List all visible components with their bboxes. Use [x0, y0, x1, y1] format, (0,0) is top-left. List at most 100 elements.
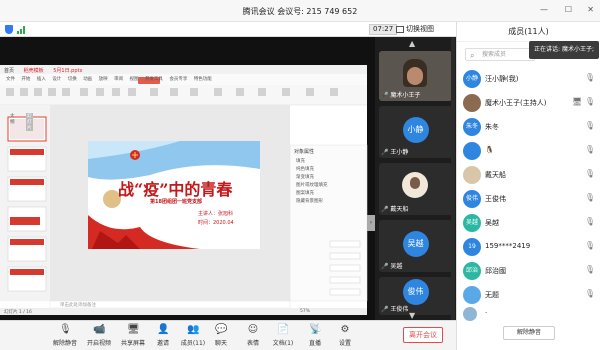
ppt-menu-item: 切换: [67, 77, 77, 82]
ppt-status: 幻灯片 1 / 16: [4, 310, 32, 315]
participant-tile[interactable]: 吴越 🎤 吴越: [379, 220, 452, 272]
unmute-all-button[interactable]: 解除静音: [503, 326, 555, 340]
live-icon: 📡: [309, 324, 322, 335]
ppt-tab-home: 首页: [4, 68, 15, 74]
member-avatar: [463, 286, 481, 304]
emoji-icon: ☺: [247, 324, 259, 335]
member-row[interactable]: 🐧 🎙: [457, 139, 600, 163]
member-avatar: 吴越: [463, 214, 481, 232]
chat-button[interactable]: 💬 聊天: [206, 324, 236, 347]
start-video-button[interactable]: 📹 开启视频: [84, 324, 114, 347]
member-avatar: [463, 166, 481, 184]
slide-title: 战“疫”中的青春: [118, 180, 233, 199]
shield-icon[interactable]: [5, 25, 13, 34]
members-button[interactable]: 👥 成员(11): [178, 324, 208, 347]
format-option: 隐藏背景图形: [296, 199, 323, 204]
member-row[interactable]: 小静 汪小静(我) 🎙: [457, 67, 600, 91]
member-row[interactable]: 魔术小王子(主持人) 🖥 🎙: [457, 91, 600, 115]
signal-icon: [17, 26, 27, 34]
member-name: 🐧: [485, 146, 494, 154]
format-option: 纯色填充: [296, 167, 314, 172]
participant-avatar: 小静: [402, 117, 429, 143]
ppt-menu-item: 开发工具: [144, 77, 163, 82]
switch-view-button[interactable]: 切换视图: [396, 23, 434, 36]
ppt-menu-item: 放映: [98, 77, 108, 82]
member-avatar: [463, 142, 481, 160]
mic-off-icon: 🎙: [584, 193, 595, 202]
member-row[interactable]: 邱治 邱治國 🎙: [457, 259, 600, 283]
speaking-indicator: 正在讲话: 魔术小王子;: [529, 41, 599, 59]
member-avatar: 小静: [463, 70, 481, 88]
format-option: 图案填充: [296, 191, 314, 196]
member-name: 邱治國: [485, 267, 506, 275]
participant-tile[interactable]: 小静 🎤 王小静: [379, 106, 452, 158]
member-search-input[interactable]: ⌕ 搜索成员: [465, 48, 535, 61]
live-button[interactable]: 📡 直播: [300, 324, 330, 347]
ppt-menu-item: 特色功能: [193, 77, 212, 82]
member-row[interactable]: 无题 🎙: [457, 283, 600, 307]
member-row[interactable]: 戴天船 🎙: [457, 163, 600, 187]
sidebar-tab-slides: 幻灯片: [26, 113, 33, 131]
member-name: 王俊伟: [485, 195, 506, 203]
ppt-menu-item: 动画: [83, 77, 93, 82]
share-screen-icon: 🖥: [127, 324, 140, 335]
member-row[interactable]: 吴越 吴越 🎙: [457, 211, 600, 235]
window-controls: — ☐ ✕: [450, 0, 600, 22]
face-shape: [407, 67, 423, 85]
member-name: ·: [485, 309, 488, 317]
chevron-up-icon[interactable]: ▲: [409, 39, 415, 48]
strip-scrollbar[interactable]: [451, 37, 455, 320]
format-pane-title: 对象属性: [294, 149, 315, 155]
member-name: 汪小静(我): [485, 75, 519, 83]
member-avatar: [463, 307, 477, 321]
ppt-app-tabs: 首页 稻壳模板 5月1日.pptx: [4, 67, 82, 74]
meeting-timer: 07:27: [369, 24, 398, 35]
close-button[interactable]: ✕: [587, 5, 594, 14]
participant-name: 🎤 王小静: [381, 149, 409, 156]
maximize-button[interactable]: ☐: [565, 5, 572, 14]
members-panel: 成员(11人) ⌕ 搜索成员 正在讲话: 魔术小王子; 小静 汪小静(我) 🎙 魔…: [456, 22, 600, 350]
member-row[interactable]: 19 159****2419 🎙: [457, 235, 600, 259]
member-name: 朱冬: [485, 123, 499, 131]
chevron-down-icon[interactable]: ▼: [409, 311, 415, 320]
gear-icon: ⚙: [340, 324, 350, 335]
ppt-zoom: 57%: [300, 309, 311, 314]
leave-meeting-button[interactable]: 离开会议: [403, 327, 443, 343]
member-row[interactable]: 朱冬 朱冬 🎙: [457, 115, 600, 139]
participant-tile[interactable]: 🎤 戴天船: [379, 163, 452, 215]
participant-tile[interactable]: 🎤 魔术小王子: [379, 51, 452, 101]
member-avatar: 邱治: [463, 262, 481, 280]
mic-off-icon[interactable]: 🎙: [585, 73, 595, 82]
invite-icon: 👤: [157, 324, 170, 335]
documents-button[interactable]: 📄 文档(1): [268, 324, 298, 347]
ppt-menu-item: 视图: [129, 77, 139, 82]
collapse-arrow-button[interactable]: ›: [367, 215, 375, 231]
member-row[interactable]: ·: [457, 305, 600, 323]
unmute-button[interactable]: 🎙 解除静音: [50, 324, 80, 347]
ppt-menu-item: 文件: [6, 77, 15, 82]
members-icon: 👥: [187, 324, 200, 335]
share-screen-button[interactable]: 🖥 共享屏幕: [118, 324, 148, 347]
format-option: 填充: [296, 159, 305, 164]
mic-off-icon: 🎙: [59, 324, 72, 335]
camera-off-icon: 📹: [93, 324, 106, 335]
member-name: 无题: [485, 291, 499, 299]
member-name: 戴天船: [485, 171, 506, 179]
settings-button[interactable]: ⚙ 设置: [330, 324, 360, 347]
mic-off-icon: 🎙: [584, 265, 595, 274]
chat-icon: 💬: [215, 324, 228, 335]
participant-avatar: 吴越: [402, 231, 429, 257]
notes-placeholder: 单击此处添加备注: [60, 303, 96, 308]
invite-button[interactable]: 👤 邀请: [148, 324, 178, 347]
member-row[interactable]: 俊伟 王俊伟 🎙: [457, 187, 600, 211]
ppt-menu-item: 会员专享: [169, 77, 188, 82]
participant-tile[interactable]: 俊伟 🎤 王俊伟: [379, 277, 452, 315]
window-titlebar: 腾讯会议 会议号: 215 749 652 — ☐ ✕: [0, 0, 600, 22]
emoji-button[interactable]: ☺ 表情: [238, 324, 268, 347]
ppt-menu-item: 插入: [36, 77, 46, 82]
members-panel-title: 成员(11人): [457, 22, 600, 42]
minimize-button[interactable]: —: [540, 5, 548, 14]
participant-name: 🎤 吴越: [381, 263, 403, 270]
mic-off-icon: 🎙: [584, 169, 595, 178]
member-avatar: [463, 94, 481, 112]
